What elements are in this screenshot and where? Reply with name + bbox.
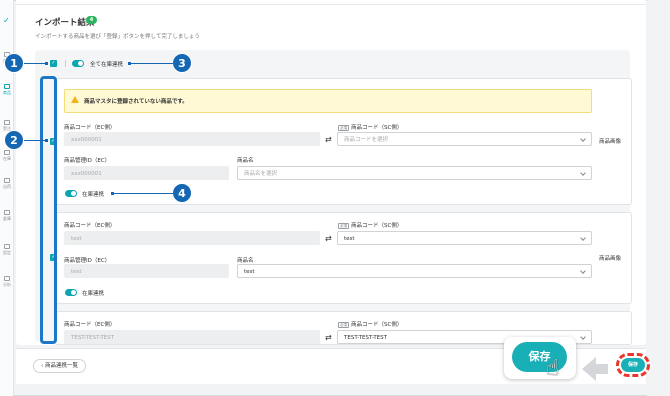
sc-code-label-text: 商品コード（SC側） — [351, 223, 403, 229]
ec-code-label: 商品コード（EC側） — [64, 125, 116, 131]
sidebar-item-label: 分析 — [3, 282, 11, 287]
shuffle-icon: ⇄ — [325, 135, 332, 144]
menu-icon — [4, 84, 10, 89]
back-button[interactable]: ‹ 商品連携一覧 — [33, 359, 86, 373]
count-badge: 4 — [86, 16, 97, 24]
callout-dot — [128, 62, 131, 65]
menu-icon — [4, 244, 10, 249]
menu-icon — [4, 178, 10, 183]
chevron-down-icon — [580, 334, 586, 340]
ec-code-field: xxx000001 — [64, 132, 320, 146]
mgmt-id-field: xxx000001 — [64, 166, 229, 180]
save-button[interactable]: 保存 — [621, 358, 645, 372]
ec-code-field: TEST-TEST-TEST — [64, 330, 320, 344]
shuffle-icon: ⇄ — [325, 333, 332, 342]
checkbox-highlight-frame — [40, 76, 57, 344]
sc-code-placeholder: 商品コードを選択 — [344, 137, 389, 143]
right-margin — [647, 0, 670, 396]
callout-dot — [45, 62, 48, 65]
checkmark-icon: ✓ — [3, 16, 10, 25]
callout-line — [24, 140, 46, 141]
menu-icon — [4, 276, 10, 281]
callout-line — [24, 63, 46, 64]
stock-sync-label: 在庫連携 — [82, 291, 105, 297]
divider — [65, 60, 66, 67]
sidebar-item-label: 設定 — [3, 250, 11, 255]
sidebar-item-4[interactable]: 在庫 — [2, 150, 12, 164]
select-all-checkbox[interactable]: ✓ — [50, 60, 57, 67]
mgmt-id-field: test — [64, 264, 229, 278]
sidebar-item-label: 出荷 — [3, 184, 11, 189]
page-subtitle: インポートする商品を選び「登録」ボタンを押して完了しましょう — [35, 34, 200, 40]
sidebar-item-label: 在庫 — [3, 156, 11, 161]
ec-code-label: 商品コード（EC側） — [64, 223, 116, 229]
arrow-left-icon — [582, 357, 596, 381]
callout-4: 4 — [172, 183, 192, 203]
callout-3: 3 — [172, 53, 192, 73]
product-image-label: 商品画像 — [599, 139, 622, 145]
arrow-tail — [596, 364, 608, 374]
chevron-down-icon — [580, 268, 586, 274]
back-button-label: 商品連携一覧 — [44, 363, 78, 369]
callout-line — [129, 63, 173, 64]
sidebar-item-label: 商品 — [3, 90, 11, 95]
sidebar-item-5[interactable]: 出荷 — [2, 178, 12, 192]
product-image-label: 商品画像 — [599, 256, 622, 262]
callout-dot — [45, 139, 48, 142]
sc-code-label: 必須 商品コード（SC側） — [338, 221, 402, 229]
callout-dot — [111, 192, 114, 195]
sc-code-label: 必須 商品コード（SC側） — [338, 123, 402, 131]
warning-icon — [71, 96, 79, 103]
product-name-placeholder: 商品名を選択 — [244, 171, 278, 177]
stock-sync-label: 在庫連携 — [82, 192, 105, 198]
mgmt-id-label: 商品管理ID（EC） — [64, 158, 111, 164]
product-name-label: 商品名 — [237, 258, 254, 264]
all-sync-toggle[interactable] — [72, 60, 84, 67]
sc-code-value: test — [344, 236, 355, 242]
product-name-select[interactable]: test — [237, 264, 592, 278]
required-tag: 必須 — [338, 222, 349, 229]
mgmt-id-label: 商品管理ID（EC） — [64, 258, 111, 264]
chevron-down-icon — [580, 235, 586, 241]
shuffle-icon: ⇄ — [325, 234, 332, 243]
top-divider — [16, 0, 646, 5]
menu-icon — [4, 120, 10, 125]
warning-text: 商品マスタに登録されていない商品です。 — [84, 99, 188, 105]
sidebar-item-7[interactable]: 設定 — [2, 244, 12, 258]
callout-2: 2 — [4, 130, 24, 150]
ec-code-field: test — [64, 231, 320, 245]
product-name-select[interactable]: 商品名を選択 — [237, 166, 592, 180]
product-name-value: test — [244, 269, 255, 275]
stock-sync-toggle[interactable] — [65, 289, 77, 296]
chevron-down-icon — [580, 136, 586, 142]
stock-sync-toggle[interactable] — [65, 190, 77, 197]
callout-1: 1 — [4, 53, 24, 73]
sidebar-item-label: 倉庫 — [3, 216, 11, 221]
sc-code-select[interactable]: test — [337, 231, 592, 245]
all-sync-label: 全て在庫連携 — [90, 62, 124, 68]
required-tag: 必須 — [338, 124, 349, 131]
required-tag: 必須 — [338, 321, 349, 328]
sc-code-select[interactable]: 商品コードを選択 — [337, 132, 592, 146]
chevron-down-icon — [580, 170, 586, 176]
sidebar-item-2[interactable]: 商品 — [2, 84, 12, 98]
sc-code-label-text: 商品コード（SC側） — [351, 322, 403, 328]
sc-code-value: TEST-TEST-TEST — [344, 335, 388, 341]
sc-code-label: 必須 商品コード（SC側） — [338, 320, 402, 328]
sidebar-item-8[interactable]: 分析 — [2, 276, 12, 290]
sc-code-label-text: 商品コード（SC側） — [351, 125, 403, 131]
product-name-label: 商品名 — [237, 158, 254, 164]
menu-icon — [4, 210, 10, 215]
callout-line — [112, 193, 173, 194]
pointer-hand-icon: ☝ — [546, 356, 560, 381]
sidebar-item-6[interactable]: 倉庫 — [2, 210, 12, 224]
ec-code-label: 商品コード（EC側） — [64, 322, 116, 328]
menu-icon — [4, 150, 10, 155]
